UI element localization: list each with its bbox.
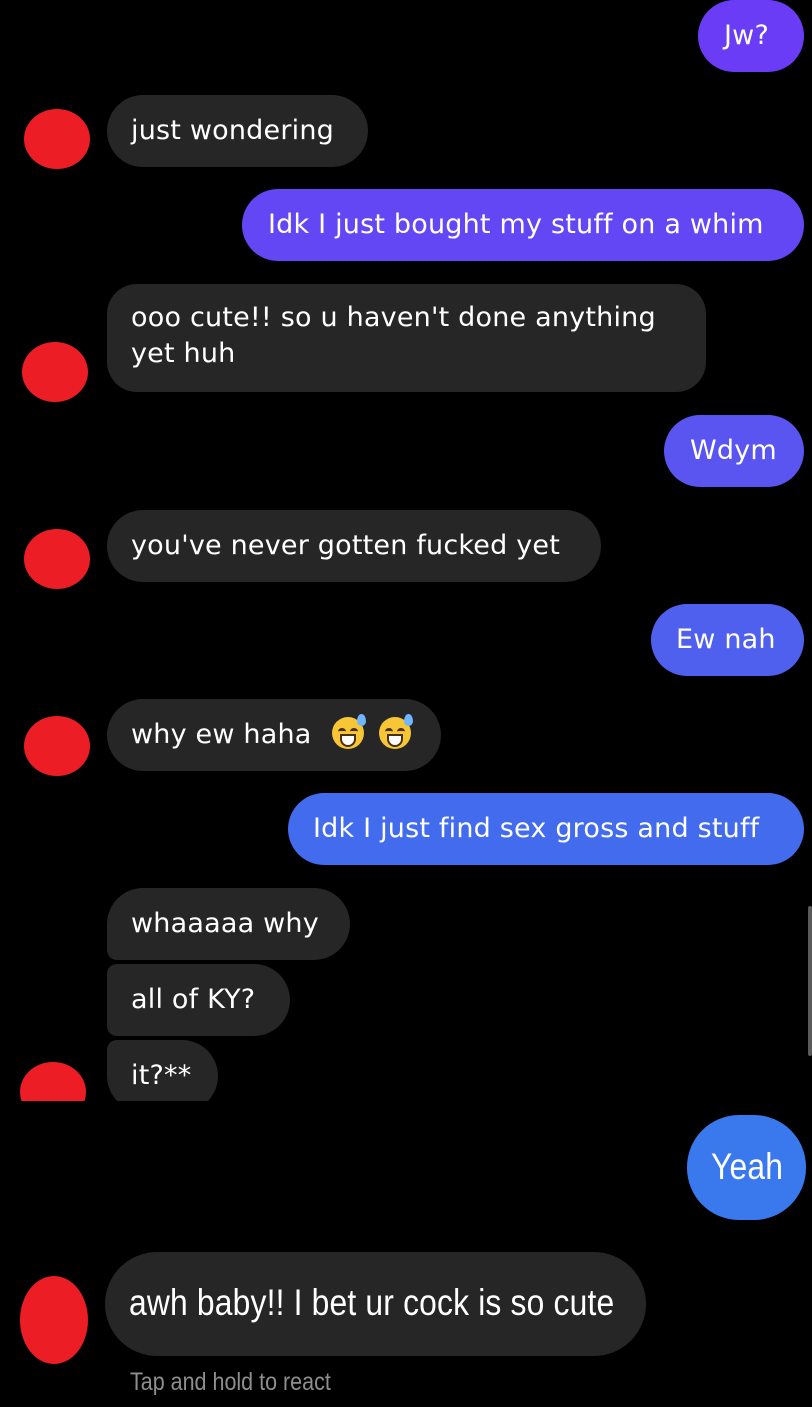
message-bubble-incoming[interactable]: why ew haha <box>107 699 441 771</box>
message-text-line: yet huh <box>131 338 236 369</box>
message-bubble-incoming[interactable]: ooo cute!! so u haven't done anything ye… <box>107 284 706 392</box>
message-bubble-outgoing[interactable]: Yeah <box>687 1115 806 1220</box>
message-text: why ew haha <box>131 719 312 750</box>
message-text: Jw? <box>724 20 769 51</box>
message-bubble-outgoing[interactable]: Wdym <box>664 415 804 487</box>
message-text: you've never gotten fucked yet <box>131 530 560 561</box>
message-bubble-outgoing[interactable]: Idk I just find sex gross and stuff <box>288 793 804 865</box>
message-text-line: ooo cute!! so u haven't done anything <box>131 302 656 333</box>
message-bubble-outgoing[interactable]: Ew nah <box>651 604 804 676</box>
sweat-smile-emoji <box>332 714 367 749</box>
message-text: Idk I just find sex gross and stuff <box>313 813 760 844</box>
message-bubble-incoming[interactable]: all of KY? <box>107 964 290 1036</box>
message-bubble-outgoing[interactable]: Idk I just bought my stuff on a whim <box>242 189 804 261</box>
avatar[interactable] <box>24 529 90 589</box>
message-text: Ew nah <box>676 624 776 655</box>
message-text: Idk I just bought my stuff on a whim <box>268 209 764 240</box>
scrollbar[interactable] <box>808 906 812 1056</box>
message-bubble-incoming[interactable]: just wondering <box>107 95 368 167</box>
message-text: just wondering <box>131 115 334 146</box>
message-text: it?** <box>131 1060 192 1091</box>
message-text: awh baby!! I bet ur cock is so cute <box>129 1282 615 1323</box>
message-text: Wdym <box>690 435 777 466</box>
message-bubble-outgoing[interactable]: Jw? <box>698 0 804 72</box>
react-hint: Tap and hold to react <box>130 1368 331 1396</box>
message-text: whaaaaa why <box>131 908 319 939</box>
message-clip: it?** <box>0 1040 300 1101</box>
message-text: Yeah <box>711 1146 784 1187</box>
avatar[interactable] <box>22 342 88 402</box>
message-bubble-incoming[interactable]: it?** <box>107 1040 218 1101</box>
message-text: all of KY? <box>131 984 256 1015</box>
message-bubble-incoming[interactable]: awh baby!! I bet ur cock is so cute <box>105 1252 646 1356</box>
message-bubble-incoming[interactable]: whaaaaa why <box>107 888 350 960</box>
avatar[interactable] <box>24 109 90 169</box>
message-bubble-incoming[interactable]: you've never gotten fucked yet <box>107 510 601 582</box>
avatar[interactable] <box>20 1276 88 1364</box>
avatar[interactable] <box>24 716 90 776</box>
avatar[interactable] <box>20 1062 86 1101</box>
sweat-smile-emoji <box>379 714 414 749</box>
